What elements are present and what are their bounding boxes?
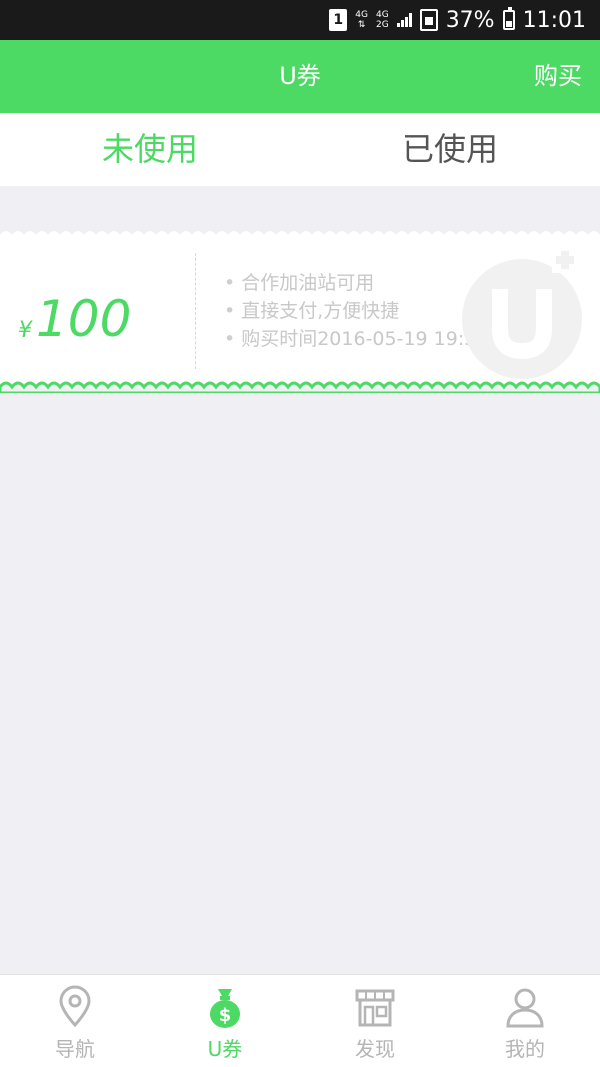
bottom-nav: 导航 $ U券 发现 我的 [0, 974, 600, 1067]
coupon-detail: 直接支付,方便快捷 [224, 297, 488, 325]
currency-symbol: ¥ [18, 318, 32, 343]
clock: 11:01 [522, 7, 586, 33]
nav-label: 导航 [55, 1037, 95, 1061]
network-4g-icon: 4G ⇅ [355, 10, 368, 30]
store-icon [355, 989, 395, 1027]
amount-value: 100 [36, 290, 132, 348]
sim-card-icon [419, 9, 438, 31]
signal-icon [396, 13, 412, 27]
coupon-tabs: 未使用 已使用 [0, 113, 600, 186]
nav-item-navigation[interactable]: 导航 [0, 975, 150, 1067]
buy-button[interactable]: 购买 [534, 40, 582, 113]
coupon-bottom-edge [0, 379, 600, 393]
coupon-amount: ¥ 100 [18, 289, 131, 349]
nav-label: U券 [207, 1037, 243, 1061]
nav-item-discover[interactable]: 发现 [300, 975, 450, 1067]
coupon-top-edge [0, 227, 600, 235]
network-dual-icon: 4G 2G [375, 10, 389, 30]
status-icons: 1 4G ⇅ 4G 2G 37% 11:01 [329, 0, 586, 40]
coupon-detail: 合作加油站可用 [224, 269, 488, 297]
sim-slot-badge: 1 [329, 9, 348, 31]
coupon-detail: 购买时间2016-05-19 19:57 [224, 325, 488, 353]
nav-item-mine[interactable]: 我的 [450, 975, 600, 1067]
user-icon [506, 988, 544, 1028]
coupon-card[interactable]: ¥ 100 合作加油站可用 直接支付,方便快捷 购买时间2016-05-19 1… [0, 227, 600, 393]
battery-percent: 37% [445, 7, 495, 33]
svg-text:$: $ [219, 1005, 232, 1026]
u-plus-logo-icon [462, 247, 582, 379]
tab-used[interactable]: 已使用 [300, 113, 600, 186]
coupon-details: 合作加油站可用 直接支付,方便快捷 购买时间2016-05-19 19:57 [224, 269, 488, 353]
location-pin-icon [59, 985, 91, 1028]
nav-label: 我的 [505, 1037, 545, 1061]
nav-label: 发现 [355, 1037, 395, 1061]
tab-unused[interactable]: 未使用 [0, 113, 300, 186]
battery-icon [502, 7, 515, 30]
money-bag-icon: $ [210, 989, 240, 1028]
page-title: U券 [279, 62, 321, 90]
status-bar: 1 4G ⇅ 4G 2G 37% 11:01 [0, 0, 600, 40]
coupon-divider [195, 253, 196, 369]
app-header: U券 购买 [0, 40, 600, 113]
nav-item-coupons[interactable]: $ U券 [150, 975, 300, 1067]
